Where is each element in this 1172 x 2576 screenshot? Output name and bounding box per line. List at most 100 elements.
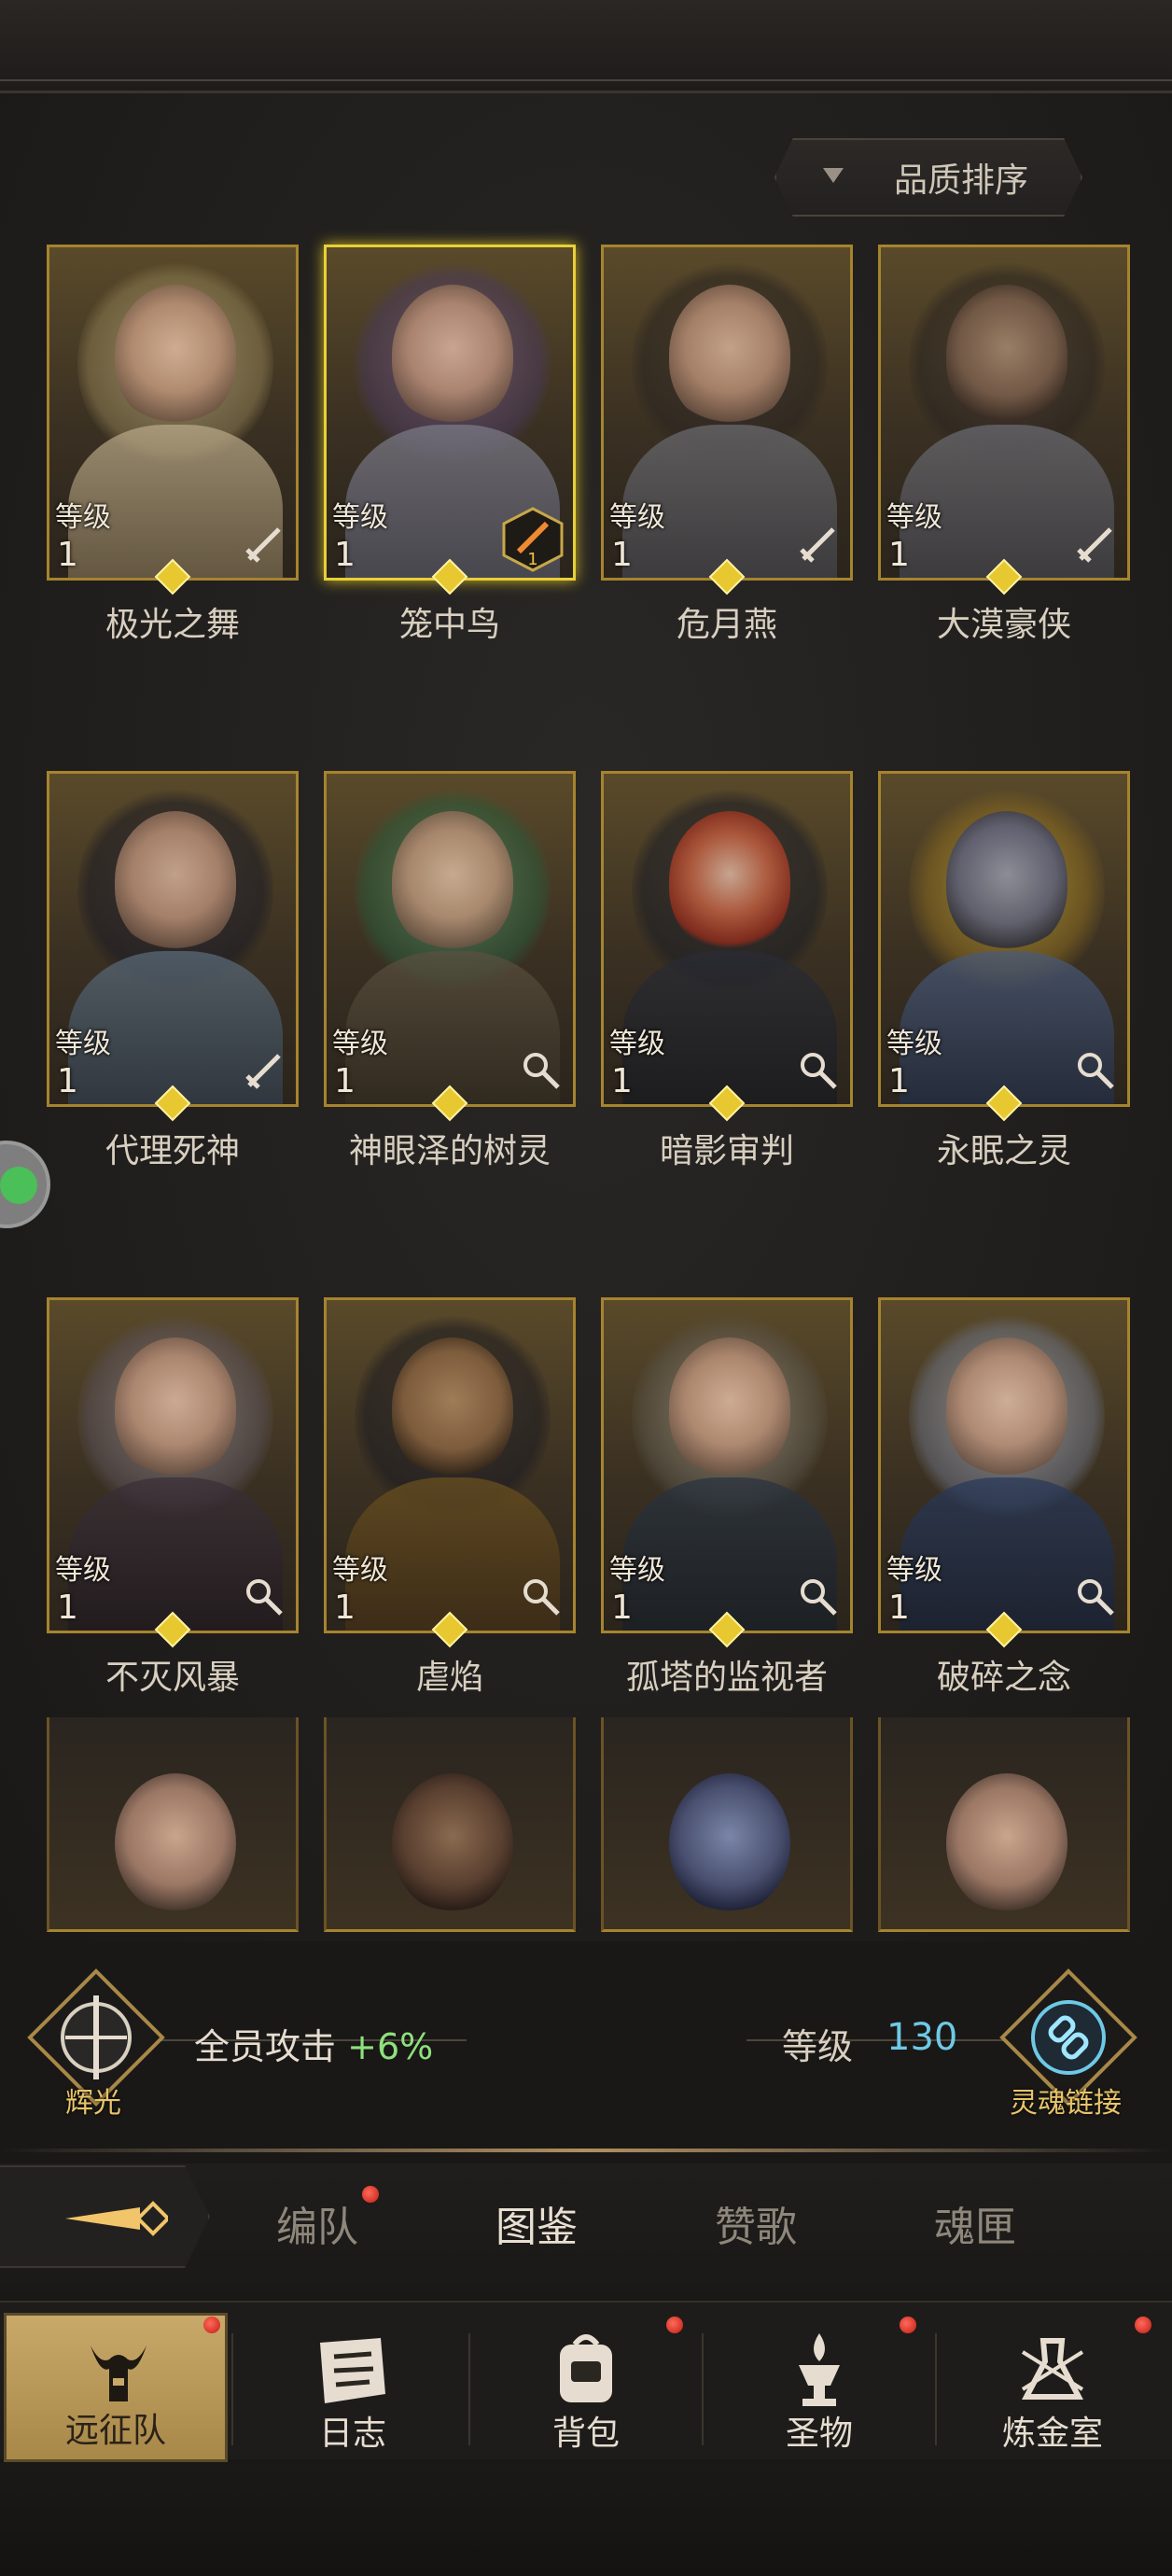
nav-label: 日志 (318, 2415, 386, 2453)
nav-separator (702, 2333, 704, 2445)
nav-label: 圣物 (785, 2415, 853, 2453)
quality-gem-icon (985, 1611, 1023, 1648)
quality-gem-icon (154, 1085, 191, 1122)
hero-card[interactable]: 等级 1 (878, 771, 1130, 1107)
tab-codex[interactable]: 图鉴 (443, 2193, 630, 2253)
level-label: 等级 (886, 1028, 942, 1060)
hero-card[interactable]: 等级 1 (47, 1297, 299, 1633)
level-value: 1 (57, 536, 78, 574)
sort-label: 品质排序 (893, 161, 1028, 200)
hero-name: 极光之舞 (105, 606, 240, 644)
nav-relics[interactable]: 圣物 (707, 2313, 931, 2462)
arrow-left-icon (65, 2201, 168, 2236)
hero-card[interactable]: 等级 1 1 (324, 245, 576, 581)
nav-alchemy[interactable]: 炼金室 (941, 2313, 1165, 2462)
level-label: 等级 (55, 1554, 111, 1587)
nav-separator (231, 2333, 233, 2445)
staff-icon (1078, 1053, 1114, 1089)
level-value: 1 (334, 1589, 356, 1627)
level-value: 1 (611, 536, 633, 574)
level-label: 等级 (55, 501, 111, 534)
quality-gem-icon (431, 558, 468, 595)
sword-icon (245, 527, 281, 563)
tab-soul-box[interactable]: 魂匣 (882, 2193, 1068, 2253)
sword-icon (245, 1054, 281, 1089)
hero-card[interactable]: 等级 1 (878, 1297, 1130, 1633)
hero-card[interactable]: 等级 1 (324, 1297, 576, 1633)
quality-gem-icon (985, 558, 1023, 595)
level-label: 等级 (609, 501, 665, 534)
hero-face (669, 811, 790, 951)
badge-value: 1 (527, 550, 537, 569)
level-value: 1 (888, 1589, 910, 1627)
hero-card[interactable]: 等级 1 (324, 771, 576, 1107)
level-value: 1 (57, 1062, 78, 1100)
nav-expedition[interactable]: 远征队 (4, 2313, 228, 2462)
level-label: 等级 (332, 1554, 388, 1587)
quality-gem-icon (985, 1085, 1023, 1122)
level-value: 1 (888, 1062, 910, 1100)
hero-face (392, 285, 513, 425)
hero-name: 神眼泽的树灵 (348, 1132, 551, 1170)
hero-card[interactable]: 等级 1 (47, 245, 299, 581)
level-label: 等级 (886, 1554, 942, 1587)
hero-name: 虐焰 (415, 1659, 483, 1697)
bottom-decor-strip (0, 2464, 1172, 2576)
staff-icon (246, 1579, 283, 1616)
back-button[interactable] (0, 2165, 210, 2268)
level-label: 等级 (332, 1028, 388, 1060)
hero-card[interactable]: 等级 1 (601, 1297, 853, 1633)
notification-dot (362, 2186, 379, 2203)
level-value: 1 (611, 1589, 633, 1627)
hero-name: 永眠之灵 (936, 1132, 1071, 1170)
notification-dot (203, 2317, 220, 2333)
buff-label: 全员攻击 (194, 2026, 337, 2067)
quality-gem-icon (154, 558, 191, 595)
hero-card[interactable]: 等级 1 (601, 771, 853, 1107)
sword-icon (800, 527, 835, 563)
soul-link-label: 灵魂链接 (1010, 2087, 1122, 2120)
buff-text: 全员攻击 +6% (194, 2018, 433, 2069)
hero-card[interactable] (324, 1717, 576, 1932)
tab-formation[interactable]: 编队 (224, 2193, 411, 2253)
hero-name: 破碎之念 (936, 1659, 1071, 1697)
nav-backpack[interactable]: 背包 (474, 2313, 698, 2462)
hero-face (669, 285, 790, 425)
tab-hymn[interactable]: 赞歌 (663, 2193, 849, 2253)
hero-face (115, 285, 236, 425)
buff-value: +6% (347, 2026, 434, 2067)
nav-separator (468, 2333, 470, 2445)
level-value: 1 (57, 1589, 78, 1627)
chalice-flame-icon (799, 2333, 840, 2406)
hero-face (392, 811, 513, 951)
quality-gem-icon (708, 558, 746, 595)
quality-gem-icon (431, 1611, 468, 1648)
hero-name: 笼中鸟 (398, 606, 500, 644)
hero-card[interactable] (878, 1717, 1130, 1932)
alchemy-flask-icon (1021, 2338, 1084, 2400)
emblem-label: 辉光 (65, 2087, 121, 2120)
level-value: 1 (888, 536, 910, 574)
notification-dot (900, 2317, 916, 2333)
hero-card[interactable]: 等级 1 (878, 245, 1130, 581)
hero-card[interactable] (47, 1717, 299, 1932)
sword-icon (1077, 527, 1112, 563)
hero-face (946, 1773, 1067, 1913)
hero-face (392, 1337, 513, 1477)
notification-dot (666, 2317, 683, 2333)
staff-icon (523, 1579, 560, 1616)
level-value: 1 (611, 1062, 633, 1100)
nav-journal[interactable]: 日志 (241, 2313, 465, 2462)
tab-divider (0, 2149, 1172, 2152)
hero-name: 大漠豪侠 (936, 606, 1071, 644)
hero-card[interactable]: 等级 1 (47, 771, 299, 1107)
nav-label: 背包 (551, 2415, 620, 2453)
level-value: 1 (334, 536, 356, 574)
hero-card[interactable]: 等级 1 (601, 245, 853, 581)
hero-name: 孤塔的监视者 (625, 1659, 828, 1697)
quality-gem-icon (708, 1085, 746, 1122)
quality-sort-button[interactable]: 品质排序 (774, 138, 1082, 217)
hero-card[interactable] (601, 1717, 853, 1932)
quality-gem-icon (154, 1611, 191, 1648)
level-value: 1 (334, 1062, 356, 1100)
